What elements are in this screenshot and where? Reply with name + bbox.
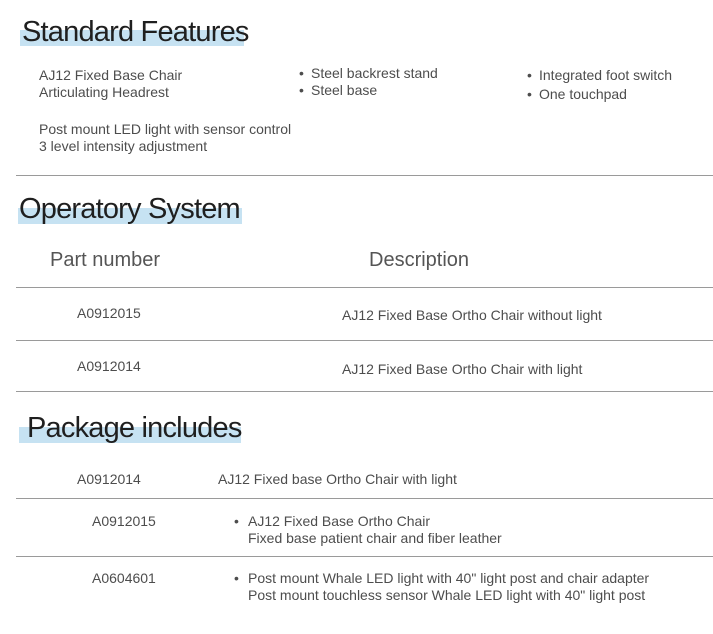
package-item-part: A0604601 (92, 570, 156, 586)
table-row-part: A0912014 (77, 358, 141, 374)
col-header-part-number: Part number (50, 249, 161, 271)
package-main-desc: AJ12 Fixed base Ortho Chair with light (218, 471, 457, 487)
feature-bullet: Steel backrest stand (299, 65, 438, 82)
divider (16, 498, 713, 499)
features-col3-list: Integrated foot switch One touchpad (527, 67, 672, 103)
package-item-line: Post mount touchless sensor Whale LED li… (248, 587, 646, 603)
package-item-part: A0912015 (92, 513, 156, 529)
divider (16, 556, 713, 557)
divider (16, 175, 713, 176)
package-item-bullet: Post mount Whale LED light with 40" ligh… (234, 570, 649, 604)
package-item-line: Fixed base patient chair and fiber leath… (248, 530, 502, 546)
feature-text: Articulating Headrest (39, 84, 169, 100)
features-col2-list: Steel backrest stand Steel base (299, 65, 438, 99)
col-header-description: Description (369, 249, 470, 271)
operatory-system-heading: Operatory System (19, 193, 241, 225)
features-col1-group2: Post mount LED light with sensor control… (39, 121, 291, 155)
features-col1-group1: AJ12 Fixed Base Chair Articulating Headr… (39, 67, 182, 101)
feature-text: 3 level intensity adjustment (39, 138, 208, 154)
package-item-line: Post mount Whale LED light with 40" ligh… (248, 570, 650, 586)
table-row-desc: AJ12 Fixed Base Ortho Chair with light (342, 361, 583, 377)
package-includes-heading: Package includes (27, 412, 242, 444)
feature-bullet: One touchpad (527, 86, 672, 103)
table-row-desc: AJ12 Fixed Base Ortho Chair without ligh… (342, 307, 602, 323)
standard-features-heading: Standard Features (22, 16, 249, 48)
divider (16, 287, 713, 288)
table-row-part: A0912015 (77, 305, 141, 321)
package-item-line: AJ12 Fixed Base Ortho Chair (248, 513, 431, 529)
package-main-part: A0912014 (77, 471, 141, 487)
divider (16, 340, 713, 341)
page: { "standard_features": { "heading": "Sta… (0, 0, 713, 634)
feature-bullet: Integrated foot switch (527, 67, 672, 84)
feature-bullet: Steel base (299, 82, 438, 99)
package-item-bullet: AJ12 Fixed Base Ortho Chair Fixed base p… (234, 513, 502, 547)
divider (16, 391, 713, 392)
feature-text: Post mount LED light with sensor control (39, 121, 292, 137)
feature-text: AJ12 Fixed Base Chair (39, 67, 183, 83)
